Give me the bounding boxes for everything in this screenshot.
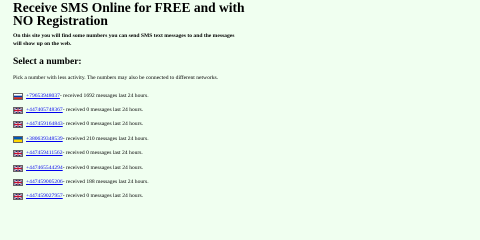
- phone-number-link[interactable]: +447459005206: [26, 179, 63, 186]
- number-list: +79653948037 - received 1692 messages la…: [13, 89, 473, 204]
- message-count-text: - received 0 messages last 24 hours.: [62, 150, 143, 157]
- number-row: +447459411562 - received 0 messages last…: [13, 147, 473, 161]
- uk-flag-icon: [13, 164, 23, 172]
- russia-flag-icon: [13, 92, 23, 100]
- message-count-text: - received 210 messages last 24 hours.: [62, 135, 149, 142]
- phone-number-link[interactable]: +380639348539: [26, 136, 63, 143]
- page-title-line-2: NO Registration: [13, 13, 108, 28]
- message-count-text: - received 0 messages last 24 hours.: [62, 121, 144, 128]
- number-row: +380639348539 - received 210 messages la…: [13, 132, 473, 146]
- number-row: +447459164843 - received 0 messages last…: [13, 118, 473, 132]
- phone-number-link[interactable]: +447465544294: [26, 165, 63, 172]
- phone-number-link[interactable]: +447459027957: [26, 193, 63, 200]
- phone-number-link[interactable]: +447459411562: [26, 150, 63, 157]
- message-count-text: - received 188 messages last 24 hours.: [62, 179, 149, 186]
- intro-text: On this site you will find some numbers …: [13, 33, 235, 47]
- uk-flag-icon: [13, 107, 23, 115]
- page-title: Receive SMS Online for FREE and with NO …: [13, 0, 473, 28]
- message-count-text: - received 0 messages last 24 hours.: [62, 107, 144, 114]
- uk-flag-icon: [13, 121, 23, 129]
- message-count-text: - received 0 messages last 24 hours.: [62, 193, 144, 200]
- message-count-text: - received 0 messages last 24 hours.: [62, 164, 144, 171]
- phone-number-link[interactable]: +79653948037: [26, 93, 60, 100]
- number-row: +447405748367 - received 0 messages last…: [13, 103, 473, 117]
- number-row: +79653948037 - received 1692 messages la…: [13, 89, 473, 103]
- page-content: Receive SMS Online for FREE and with NO …: [13, 0, 473, 204]
- uk-flag-icon: [13, 150, 23, 158]
- message-count-text: - received 1692 messages last 24 hours.: [59, 92, 149, 99]
- number-row: +447459005206 - received 188 messages la…: [13, 175, 473, 189]
- uk-flag-icon: [13, 179, 23, 187]
- phone-number-link[interactable]: +447405748367: [26, 107, 63, 114]
- number-row: +447459027957 - received 0 messages last…: [13, 190, 473, 204]
- ukraine-flag-icon: [13, 135, 23, 143]
- phone-number-link[interactable]: +447459164843: [26, 121, 63, 128]
- section-heading: Select a number:: [13, 57, 82, 67]
- number-row: +447465544294 - received 0 messages last…: [13, 161, 473, 175]
- uk-flag-icon: [13, 193, 23, 201]
- hint-text: Pick a number with less activity. The nu…: [13, 75, 219, 81]
